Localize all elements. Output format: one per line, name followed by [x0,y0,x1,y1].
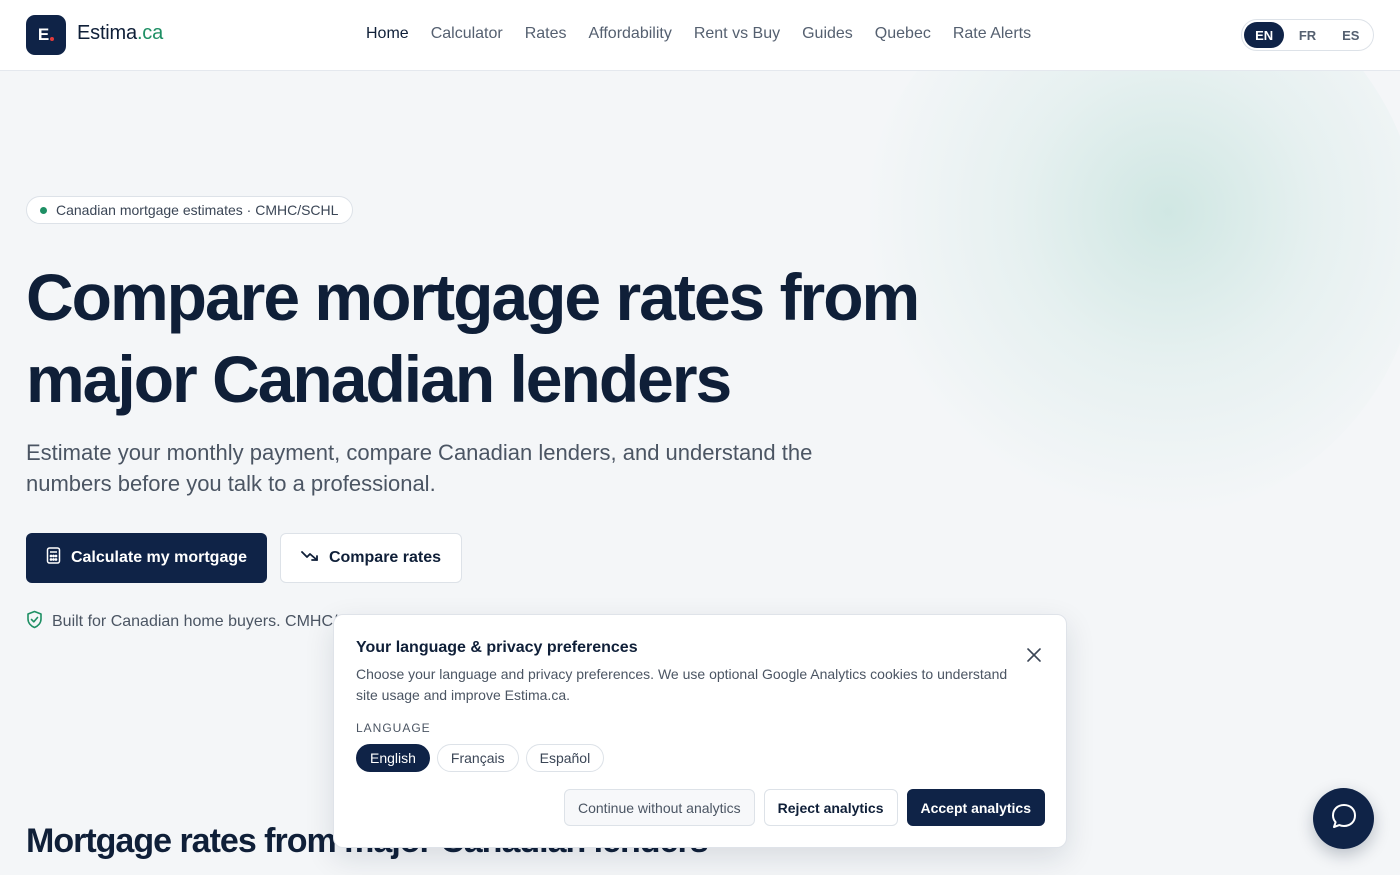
consent-description: Choose your language and privacy prefere… [356,666,1008,703]
chat-bubble-icon [1330,802,1358,835]
chat-button[interactable] [1313,788,1374,849]
nav-rate-alerts[interactable]: Rate Alerts [953,25,1031,43]
shield-check-icon [26,610,43,634]
background-glow [860,0,1400,520]
site-header: E Estima.ca Home Calculator Rates Afford… [0,0,1400,71]
language-option-francais[interactable]: Français [436,744,519,772]
hero-subtitle: Estimate your monthly payment, compare C… [26,440,813,496]
trending-down-icon [301,549,319,567]
nav-guides[interactable]: Guides [802,25,853,43]
nav-rent-vs-buy[interactable]: Rent vs Buy [694,25,780,43]
compare-rates-button[interactable]: Compare rates [280,533,462,583]
consent-actions: Continue without analytics Reject analyt… [564,789,1045,826]
lang-es-button[interactable]: ES [1331,22,1371,48]
continue-without-analytics-button[interactable]: Continue without analytics [564,789,755,826]
calculate-mortgage-button[interactable]: Calculate my mortgage [26,533,267,583]
status-dot-icon [40,207,47,214]
nav-affordability[interactable]: Affordability [589,25,672,43]
calculator-icon [46,547,61,569]
brand-tld: .ca [136,22,164,44]
hero-badge-text: Canadian mortgage estimates · CMHC/SCHL [56,202,339,218]
logo-letter: E [37,25,50,44]
nav-calculator[interactable]: Calculator [431,25,503,43]
hero-title: Compare mortgage rates from major Canadi… [26,256,926,420]
accept-analytics-button[interactable]: Accept analytics [906,789,1045,826]
compare-rates-label: Compare rates [328,549,442,566]
consent-title: Your language & privacy preferences [356,639,638,656]
hero-badge: Canadian mortgage estimates · CMHC/SCHL [26,196,354,224]
brand-name[interactable]: Estima.ca [77,22,163,45]
reject-analytics-button[interactable]: Reject analytics [763,789,898,826]
hero-title-line1: Compare mortgage rates from [26,260,920,334]
language-switch: EN FR ES [1241,19,1374,51]
language-option-english[interactable]: English [356,744,430,772]
hero-title-line2: major Canadian lenders [26,342,732,416]
lang-fr-button[interactable]: FR [1287,22,1327,48]
logo-icon[interactable]: E [26,15,66,55]
language-option-espanol[interactable]: Español [525,744,605,772]
lang-en-button[interactable]: EN [1244,22,1285,48]
main-nav: Home Calculator Rates Affordability Rent… [366,25,1031,43]
nav-quebec[interactable]: Quebec [875,25,931,43]
calculate-mortgage-label: Calculate my mortgage [70,549,248,566]
close-icon[interactable] [1024,645,1044,665]
trust-text: Built for Canadian home buyers. CMHC/S [52,613,349,630]
privacy-consent-dialog: Your language & privacy preferences Choo… [333,614,1067,848]
language-options: English Français Español [356,744,605,772]
language-label: LANGUAGE [356,721,431,735]
nav-home[interactable]: Home [366,25,409,43]
trust-note: Built for Canadian home buyers. CMHC/S [26,610,348,634]
brand-text: Estima [77,22,137,44]
nav-rates[interactable]: Rates [525,25,567,43]
